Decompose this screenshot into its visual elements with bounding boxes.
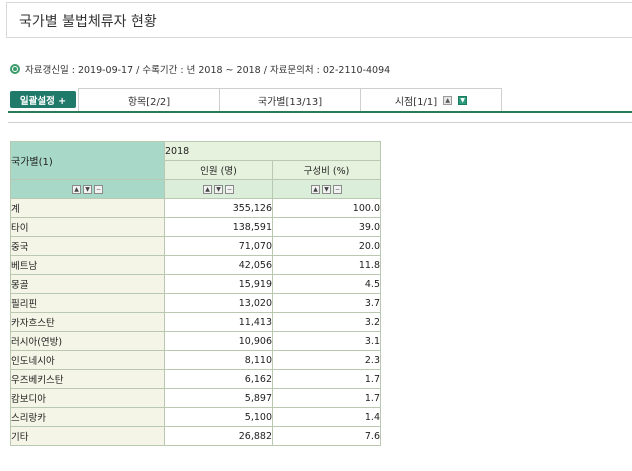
count-cell: 5,100 [164, 407, 273, 427]
table-row: 우즈베키스탄 6,162 1.7 [10, 369, 381, 389]
dimension-tabs: 항목[2/2] 국가별[13/13] 시점[1/1] ▲ ▼ [78, 88, 502, 111]
count-cell: 71,070 [164, 236, 273, 256]
move-up-icon[interactable]: ▲ [443, 95, 453, 105]
ratio-cell: 100.0 [272, 198, 381, 218]
sort-down-icon[interactable]: ▼ [83, 184, 92, 194]
toolbar-divider [8, 111, 632, 113]
ratio-cell: 2.3 [272, 350, 381, 370]
row-label: 베트남 [10, 255, 165, 275]
bulk-setting-button[interactable]: 일괄설정 + [10, 91, 76, 108]
row-label: 캄보디아 [10, 388, 165, 408]
count-sort-controls: ▲ ▼ − [164, 179, 273, 199]
row-sort-controls: ▲ ▼ − [10, 179, 165, 199]
row-label: 필리핀 [10, 293, 165, 313]
sort-up-icon[interactable]: ▲ [311, 184, 320, 194]
tab-country[interactable]: 국가별[13/13] [220, 89, 361, 111]
row-label: 우즈베키스탄 [10, 369, 165, 389]
count-cell: 26,882 [164, 426, 273, 446]
collapse-icon[interactable]: − [225, 184, 234, 194]
radio-dot-icon [10, 64, 20, 74]
count-cell: 11,413 [164, 312, 273, 332]
sort-up-icon[interactable]: ▲ [203, 184, 212, 194]
page-title: 국가별 불법체류자 현황 [19, 14, 157, 30]
ratio-cell: 4.5 [272, 274, 381, 294]
table-row: 타이 138,591 39.0 [10, 217, 381, 237]
count-cell: 8,110 [164, 350, 273, 370]
row-label: 인도네시아 [10, 350, 165, 370]
table-row: 스리랑카 5,100 1.4 [10, 407, 381, 427]
ratio-cell: 1.7 [272, 369, 381, 389]
ratio-cell: 3.2 [272, 312, 381, 332]
row-label: 스리랑카 [10, 407, 165, 427]
ratio-cell: 7.6 [272, 426, 381, 446]
table-row: 베트남 42,056 11.8 [10, 255, 381, 275]
count-cell: 138,591 [164, 217, 273, 237]
meta-text: 자료갱신일 : 2019-09-17 / 수록기간 : 년 2018 ~ 201… [25, 65, 391, 76]
ratio-cell: 1.4 [272, 407, 381, 427]
count-cell: 42,056 [164, 255, 273, 275]
table-row: 필리핀 13,020 3.7 [10, 293, 381, 313]
row-label: 카자흐스탄 [10, 312, 165, 332]
collapse-icon[interactable]: − [333, 184, 342, 194]
count-cell: 10,906 [164, 331, 273, 351]
country-header[interactable]: 국가별(1) [10, 141, 165, 180]
table-row: 카자흐스탄 11,413 3.2 [10, 312, 381, 332]
table-row: 몽골 15,919 4.5 [10, 274, 381, 294]
ratio-cell: 39.0 [272, 217, 381, 237]
data-info-line: 자료갱신일 : 2019-09-17 / 수록기간 : 년 2018 ~ 201… [10, 62, 390, 76]
move-down-icon[interactable]: ▼ [458, 95, 468, 105]
table-row: 계 355,126 100.0 [10, 198, 381, 218]
ratio-cell: 20.0 [272, 236, 381, 256]
count-cell: 6,162 [164, 369, 273, 389]
count-header: 인원 (명) [164, 160, 273, 180]
table-row: 중국 71,070 20.0 [10, 236, 381, 256]
page-title-box: 국가별 불법체류자 현황 [6, 2, 632, 38]
count-cell: 5,897 [164, 388, 273, 408]
year-header: 2018 [164, 141, 381, 161]
row-label: 계 [10, 198, 165, 218]
ratio-cell: 1.7 [272, 388, 381, 408]
ratio-cell: 11.8 [272, 255, 381, 275]
ratio-sort-controls: ▲ ▼ − [272, 179, 381, 199]
table-row: 기타 26,882 7.6 [10, 426, 381, 446]
ratio-cell: 3.7 [272, 293, 381, 313]
table-row: 러시아(연방) 10,906 3.1 [10, 331, 381, 351]
stats-table: 국가별(1) 2018 인원 (명) 구성비 (%) ▲ ▼ − ▲ ▼ − ▲ ▼ − 계… [10, 141, 381, 446]
count-cell: 13,020 [164, 293, 273, 313]
row-label: 중국 [10, 236, 165, 256]
toolbar: 일괄설정 + 항목[2/2] 국가별[13/13] 시점[1/1] ▲ ▼ [8, 88, 632, 113]
count-cell: 355,126 [164, 198, 273, 218]
table-row: 인도네시아 8,110 2.3 [10, 350, 381, 370]
count-cell: 15,919 [164, 274, 273, 294]
row-label: 러시아(연방) [10, 331, 165, 351]
ratio-header: 구성비 (%) [272, 160, 381, 180]
sort-down-icon[interactable]: ▼ [214, 184, 223, 194]
sort-down-icon[interactable]: ▼ [322, 184, 331, 194]
tab-period-label: 시점[1/1] [394, 96, 438, 108]
collapse-icon[interactable]: − [94, 184, 103, 194]
row-label: 몽골 [10, 274, 165, 294]
table-row: 캄보디아 5,897 1.7 [10, 388, 381, 408]
sort-up-icon[interactable]: ▲ [72, 184, 81, 194]
tab-items[interactable]: 항목[2/2] [79, 89, 220, 111]
tab-period[interactable]: 시점[1/1] ▲ ▼ [361, 89, 501, 111]
row-label: 타이 [10, 217, 165, 237]
row-label: 기타 [10, 426, 165, 446]
ratio-cell: 3.1 [272, 331, 381, 351]
